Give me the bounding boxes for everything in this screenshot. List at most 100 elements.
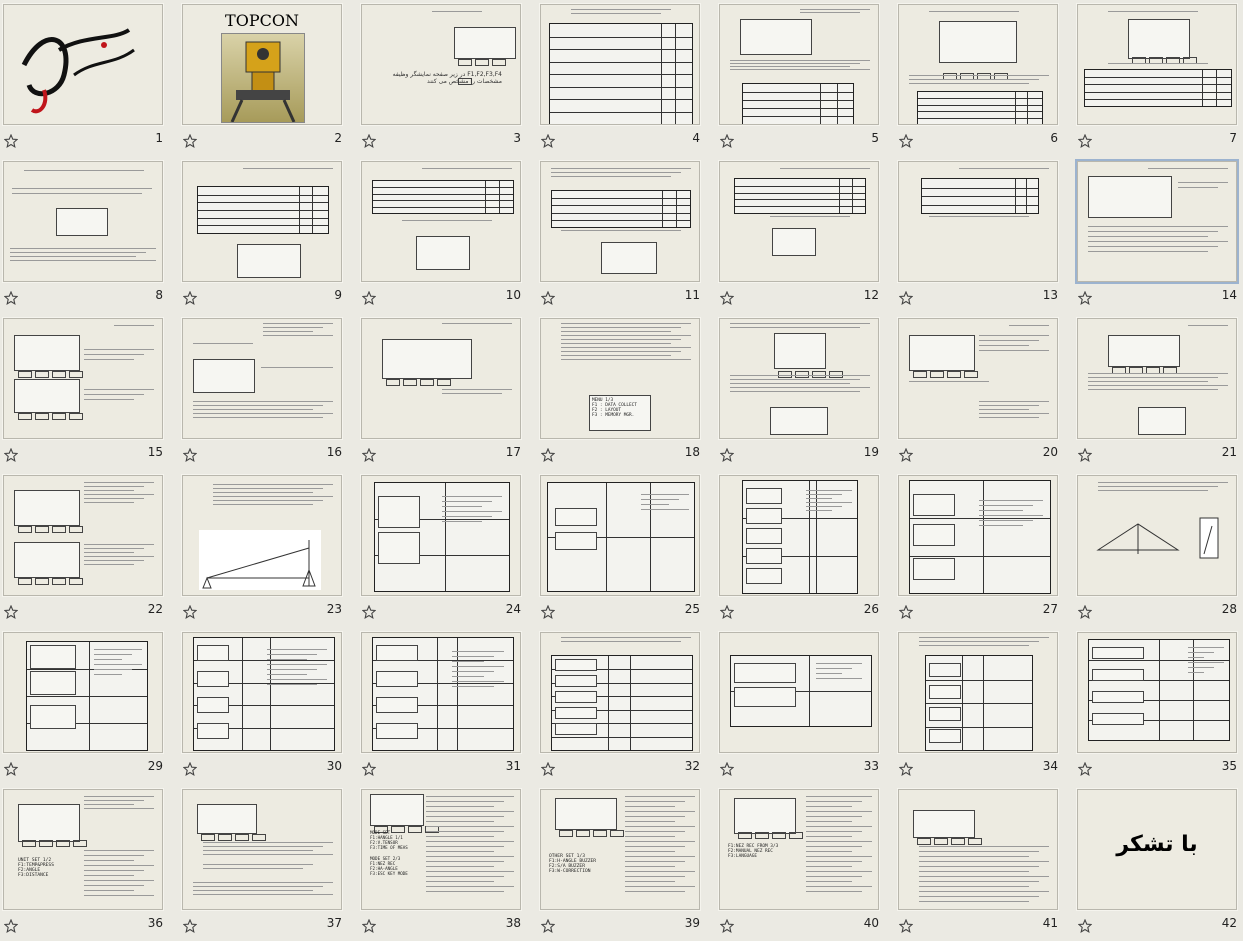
slide-thumbnail-25[interactable] <box>540 475 700 596</box>
star-icon[interactable] <box>182 604 198 619</box>
slide-thumbnail-17[interactable] <box>361 318 521 439</box>
slide-thumbnail-7[interactable] <box>1077 4 1237 125</box>
slide-thumbnail-6[interactable] <box>898 4 1058 125</box>
star-icon[interactable] <box>182 290 198 305</box>
slide-thumbnail-4[interactable] <box>540 4 700 125</box>
star-icon[interactable] <box>719 604 735 619</box>
table-row <box>550 86 692 88</box>
slide-thumbnail-22[interactable] <box>3 475 163 596</box>
slide-thumbnail-1[interactable] <box>3 4 163 125</box>
star-icon[interactable] <box>540 918 556 933</box>
slide-number: 24 <box>505 602 521 616</box>
star-icon[interactable] <box>719 133 735 148</box>
star-icon[interactable] <box>182 761 198 776</box>
star-icon[interactable] <box>3 604 19 619</box>
slide-thumbnail-20[interactable] <box>898 318 1058 439</box>
slide-thumbnail-12[interactable] <box>719 161 879 282</box>
slide-thumbnail-5[interactable] <box>719 4 879 125</box>
star-icon[interactable] <box>898 133 914 148</box>
slide-thumbnail-30[interactable] <box>182 632 342 753</box>
slide-thumbnail-10[interactable] <box>361 161 521 282</box>
star-icon[interactable] <box>898 447 914 462</box>
star-icon[interactable] <box>361 604 377 619</box>
slide-thumbnail-36[interactable]: UNIT SET 1/2 F1:TEMP&PRESS F2:ANGLE F3:D… <box>3 789 163 910</box>
star-icon[interactable] <box>898 290 914 305</box>
star-icon[interactable] <box>3 918 19 933</box>
slide-thumbnail-15[interactable] <box>3 318 163 439</box>
text-line <box>10 256 136 257</box>
text-line <box>442 516 492 517</box>
slide-thumbnail-16[interactable] <box>182 318 342 439</box>
slide-thumbnail-9[interactable] <box>182 161 342 282</box>
function-keys <box>22 832 90 847</box>
slide-thumbnail-34[interactable] <box>898 632 1058 753</box>
slide-thumbnail-35[interactable] <box>1077 632 1237 753</box>
star-icon[interactable] <box>1077 604 1093 619</box>
slide-thumbnail-24[interactable] <box>361 475 521 596</box>
table-row <box>1085 84 1231 86</box>
star-icon[interactable] <box>3 447 19 462</box>
slide-thumbnail-42[interactable]: با تشکر <box>1077 789 1237 910</box>
text-line <box>426 826 514 827</box>
star-icon[interactable] <box>1077 290 1093 305</box>
slide-thumbnail-13[interactable] <box>898 161 1058 282</box>
slide-thumbnail-39[interactable]: OTHER SET 1/3 F1:H-ANGLE BUZZER F2:S/A B… <box>540 789 700 910</box>
star-icon[interactable] <box>182 447 198 462</box>
slide-thumbnail-21[interactable] <box>1077 318 1237 439</box>
star-icon[interactable] <box>3 290 19 305</box>
star-icon[interactable] <box>182 918 198 933</box>
text-line <box>800 9 870 10</box>
slide-thumbnail-11[interactable] <box>540 161 700 282</box>
slide-thumbnail-40[interactable]: F1:NEZ REC FROM 3/3 F2:MANUAL NEZ REC F3… <box>719 789 879 910</box>
slide-thumbnail-27[interactable] <box>898 475 1058 596</box>
slide-thumbnail-26[interactable] <box>719 475 879 596</box>
slide-thumbnail-41[interactable] <box>898 789 1058 910</box>
star-icon[interactable] <box>1077 761 1093 776</box>
display-screen <box>378 532 420 564</box>
star-icon[interactable] <box>361 133 377 148</box>
text-line <box>84 486 144 487</box>
star-icon[interactable] <box>1077 447 1093 462</box>
star-icon[interactable] <box>898 604 914 619</box>
display-screen <box>376 723 418 739</box>
text-line <box>213 484 333 485</box>
star-icon[interactable] <box>1077 918 1093 933</box>
slide-cell-9: 9 <box>179 157 357 313</box>
star-icon[interactable] <box>719 918 735 933</box>
star-icon[interactable] <box>540 761 556 776</box>
slide-thumbnail-18[interactable]: MENU 1/3 F1 : DATA COLLECT F2 : LAYOUT F… <box>540 318 700 439</box>
star-icon[interactable] <box>540 133 556 148</box>
text-line <box>84 548 144 549</box>
display-screen <box>197 671 229 687</box>
slide-thumbnail-3[interactable]: F1,F2,F3,F4 در زیر صفحه نمایشگر وظیفه مش… <box>361 4 521 125</box>
slide-thumbnail-19[interactable] <box>719 318 879 439</box>
star-icon[interactable] <box>361 447 377 462</box>
star-icon[interactable] <box>540 447 556 462</box>
slide-thumbnail-33[interactable] <box>719 632 879 753</box>
slide-thumbnail-38[interactable]: MODE SET F1:HANGLE 1/1 F2:V.TENSOR F3:TI… <box>361 789 521 910</box>
slide-thumbnail-28[interactable] <box>1077 475 1237 596</box>
slide-thumbnail-23[interactable] <box>182 475 342 596</box>
star-icon[interactable] <box>540 290 556 305</box>
star-icon[interactable] <box>182 133 198 148</box>
slide-thumbnail-8[interactable] <box>3 161 163 282</box>
star-icon[interactable] <box>361 918 377 933</box>
star-icon[interactable] <box>3 133 19 148</box>
star-icon[interactable] <box>719 447 735 462</box>
star-icon[interactable] <box>540 604 556 619</box>
slide-thumbnail-32[interactable] <box>540 632 700 753</box>
star-icon[interactable] <box>898 761 914 776</box>
slide-thumbnail-29[interactable] <box>3 632 163 753</box>
star-icon[interactable] <box>361 290 377 305</box>
star-icon[interactable] <box>1077 133 1093 148</box>
star-icon[interactable] <box>3 761 19 776</box>
star-icon[interactable] <box>361 761 377 776</box>
star-icon[interactable] <box>719 290 735 305</box>
slide-thumbnail-2[interactable]: TOPCON <box>182 4 342 125</box>
star-icon[interactable] <box>719 761 735 776</box>
slide-thumbnail-37[interactable] <box>182 789 342 910</box>
slide-thumbnail-14[interactable] <box>1075 159 1239 284</box>
star-icon[interactable] <box>898 918 914 933</box>
table-row <box>922 187 1038 189</box>
slide-thumbnail-31[interactable] <box>361 632 521 753</box>
